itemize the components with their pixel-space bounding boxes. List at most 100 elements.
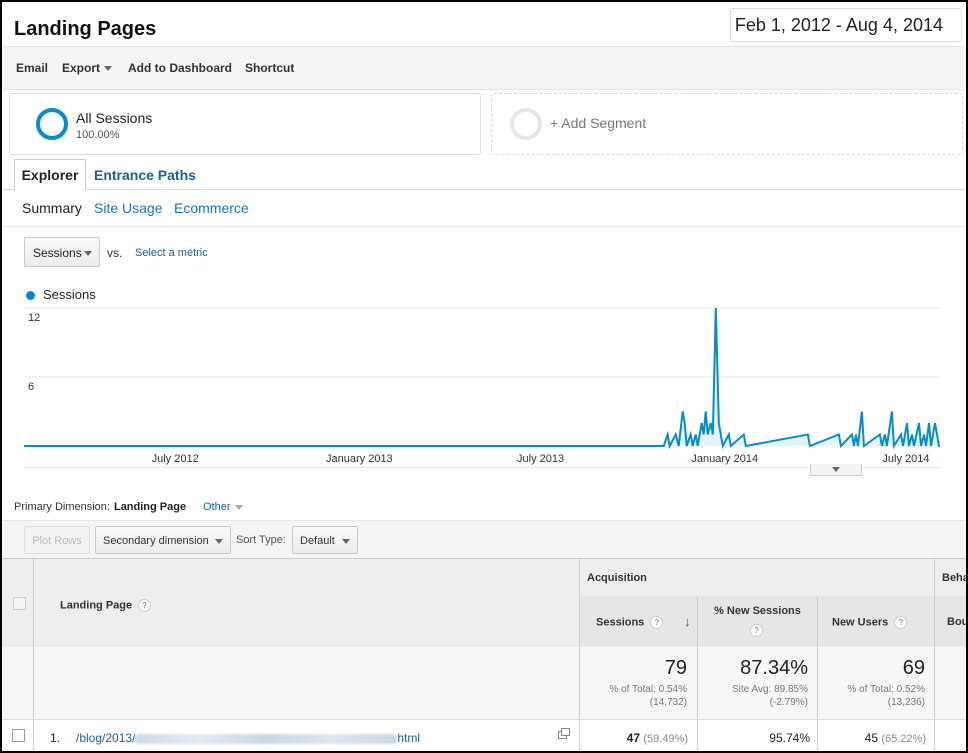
- segment-placeholder-icon: [510, 108, 542, 140]
- x-tick-label: July 2012: [152, 453, 199, 465]
- x-tick-label: January 2014: [691, 453, 758, 465]
- total-new-sessions: 87.34%: [740, 657, 808, 679]
- row-new-users-pct: (65.22%): [881, 733, 926, 745]
- primary-dimension-label: Primary Dimension:: [14, 501, 110, 513]
- redacted-path: [135, 733, 398, 744]
- col-landing-page[interactable]: Landing Page?: [60, 599, 152, 612]
- row-new-users-value: 45: [864, 731, 879, 745]
- tab-explorer[interactable]: Explorer: [14, 159, 86, 191]
- primary-dimension-value[interactable]: Landing Page: [114, 501, 186, 513]
- row-new-users: 45 (65.22%): [820, 731, 926, 745]
- group-acquisition: Acquisition: [587, 572, 647, 584]
- primary-dimension: Primary Dimension: Landing Page: [14, 501, 186, 513]
- help-icon[interactable]: ?: [750, 624, 763, 638]
- total-new-users-site: (13,236): [887, 697, 925, 708]
- report-window: Landing Pages Feb 1, 2012 - Aug 4, 2014 …: [0, 0, 968, 753]
- add-to-dashboard-button[interactable]: Add to Dashboard: [128, 61, 232, 75]
- col-bounce-label: Bou: [947, 616, 968, 628]
- chart-collapse-tab[interactable]: [810, 464, 862, 476]
- col-divider: [33, 720, 34, 751]
- table-row[interactable]: 1. /blog/2013/html 47 (59.49%) 95.74% 45…: [2, 720, 966, 751]
- chevron-down-icon: [342, 539, 350, 544]
- sort-type-dropdown[interactable]: Default: [292, 526, 358, 554]
- help-icon[interactable]: ?: [650, 616, 664, 629]
- col-landing-page-label: Landing Page: [60, 599, 133, 612]
- row-sessions-value: 47: [626, 731, 641, 745]
- plot-rows-button[interactable]: Plot Rows: [24, 526, 90, 554]
- subtab-ecommerce[interactable]: Ecommerce: [174, 200, 249, 216]
- total-sessions: 79: [664, 657, 687, 679]
- tab-entrance-paths[interactable]: Entrance Paths: [94, 167, 196, 183]
- help-icon[interactable]: ?: [138, 599, 152, 612]
- col-divider: [697, 720, 698, 751]
- segment-name: All Sessions: [76, 110, 153, 126]
- subtab-summary[interactable]: Summary: [22, 200, 82, 216]
- col-new-sessions[interactable]: % New Sessions ?: [698, 596, 817, 646]
- col-new-sessions-label: % New Sessions: [714, 605, 801, 617]
- select-all-checkbox[interactable]: [13, 597, 26, 610]
- metric-selector[interactable]: Sessions: [24, 237, 100, 267]
- x-tick-label: July 2013: [517, 453, 564, 465]
- shortcut-button[interactable]: Shortcut: [245, 61, 294, 75]
- col-divider: [697, 647, 698, 719]
- sort-type-value: Default: [300, 535, 335, 547]
- totals-row: 79 % of Total: 0.54% (14,732) 87.34% Sit…: [2, 647, 966, 720]
- col-divider: [934, 647, 935, 719]
- path-suffix: html: [397, 731, 421, 745]
- segment-ring-icon: [36, 108, 68, 140]
- y-tick-label: 6: [28, 381, 34, 393]
- open-page-icon[interactable]: [558, 728, 572, 740]
- col-divider: [33, 647, 34, 719]
- row-sessions: 47 (59.49%): [582, 731, 688, 745]
- chevron-down-icon: [832, 467, 840, 472]
- metric-selector-label: Sessions: [33, 246, 82, 260]
- sort-desc-icon[interactable]: ↓: [684, 614, 691, 629]
- row-checkbox[interactable]: [12, 729, 25, 742]
- path-prefix: /blog/2013/: [76, 731, 136, 745]
- col-divider: [33, 559, 34, 647]
- col-divider: [579, 720, 580, 751]
- row-new-sessions: 95.74%: [769, 731, 810, 745]
- report-toolbar: Email Export Add to Dashboard Shortcut: [2, 46, 966, 90]
- segment-all-sessions[interactable]: All Sessions 100.00%: [9, 93, 481, 155]
- chevron-down-icon: [84, 251, 92, 256]
- export-label: Export: [62, 61, 101, 75]
- total-sessions-share: % of Total: 0.54%: [609, 684, 687, 695]
- page-title: Landing Pages: [14, 18, 157, 40]
- select-metric-link[interactable]: Select a metric: [135, 247, 208, 259]
- total-sessions-site: (14,732): [649, 697, 687, 708]
- chevron-down-icon: [234, 504, 243, 510]
- col-sessions[interactable]: Sessions? ↓: [580, 596, 697, 646]
- sessions-chart[interactable]: 12 6 July 2012 January 2013 July 2013 January…: [2, 298, 962, 468]
- other-label: Other: [203, 501, 231, 513]
- vs-label: vs.: [107, 246, 123, 260]
- chevron-down-icon: [215, 539, 223, 544]
- col-divider: [934, 720, 935, 751]
- chevron-down-icon: [104, 66, 113, 72]
- other-dimension-link[interactable]: Other: [203, 501, 243, 513]
- export-button[interactable]: Export: [62, 61, 113, 75]
- email-button[interactable]: Email: [16, 61, 48, 75]
- row-sessions-pct: (59.49%): [643, 733, 688, 745]
- col-new-users-label: New Users: [832, 616, 889, 629]
- help-icon[interactable]: ?: [894, 616, 908, 629]
- subtab-site-usage[interactable]: Site Usage: [94, 200, 162, 216]
- total-new-users: 69: [902, 657, 925, 679]
- landing-page-link[interactable]: /blog/2013/html: [76, 731, 420, 745]
- col-divider: [817, 720, 818, 751]
- segment-percent: 100.00%: [76, 129, 120, 141]
- add-segment-box[interactable]: + Add Segment: [491, 93, 963, 155]
- col-new-users[interactable]: New Users?: [818, 596, 934, 646]
- group-behavior: Beha: [942, 572, 968, 584]
- col-divider: [579, 647, 580, 719]
- col-bounce[interactable]: Bou: [935, 596, 966, 646]
- subtab-divider: [2, 226, 966, 227]
- col-divider: [817, 647, 818, 719]
- x-tick-label: January 2013: [326, 453, 393, 465]
- secondary-dimension-dropdown[interactable]: Secondary dimension: [95, 526, 231, 554]
- total-new-users-share: % of Total: 0.52%: [847, 684, 925, 695]
- date-range-picker[interactable]: Feb 1, 2012 - Aug 4, 2014: [729, 8, 962, 42]
- total-new-sessions-diff: (-2.79%): [769, 697, 808, 708]
- x-tick-label: July 2014: [882, 453, 929, 465]
- secondary-dimension-label: Secondary dimension: [103, 535, 209, 547]
